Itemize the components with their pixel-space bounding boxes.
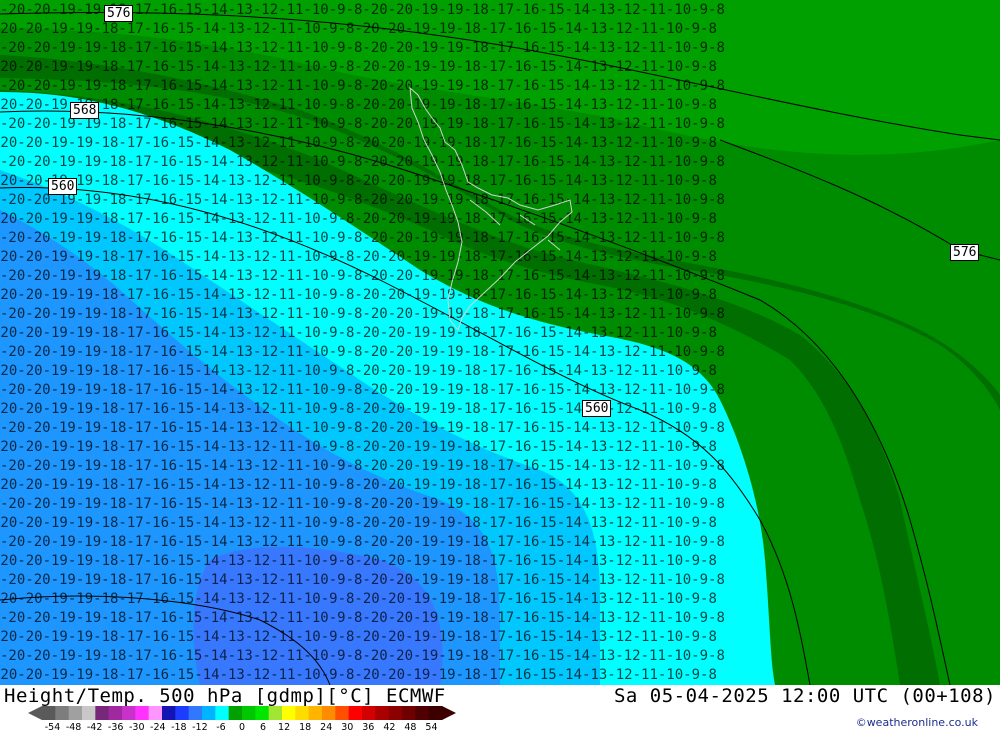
temperature-row: -20-20-19-19-18-17-16-15-14-13-12-11-10-… — [0, 477, 717, 493]
color-swatch — [202, 706, 216, 720]
temperature-row: -20-20-19-19-18-17-16-15-14-13-12-11-10-… — [0, 534, 725, 550]
temperature-row: -20-20-19-19-18-17-16-15-14-13-12-11-10-… — [0, 192, 725, 208]
temperature-row: -20-20-19-19-18-17-16-15-14-13-12-11-10-… — [0, 648, 725, 664]
color-scale-tick: -54 — [44, 722, 61, 733]
color-scale-tick: 42 — [383, 722, 396, 733]
color-swatch — [148, 706, 163, 720]
color-swatch — [255, 706, 270, 720]
color-scale-ticks: -54 -48 -42 -36 -30 -24 -18 -12 -6 0 6 12 18 24 30 36 42… — [0, 722, 480, 734]
color-scale-tick: -42 — [86, 722, 103, 733]
temperature-row: -20-20-19-19-18-17-16-15-14-13-12-11-10-… — [0, 344, 725, 360]
temperature-row: -20-20-19-19-18-17-16-15-14-13-12-11-10-… — [0, 420, 725, 436]
height-label-576-top: 576 — [104, 5, 134, 22]
map-footer: Height/Temp. 500 hPa [gdmp][°C] ECMWF Sa… — [0, 685, 1000, 733]
temperature-row: -20-20-19-19-18-17-16-15-14-13-12-11-10-… — [0, 610, 725, 626]
color-swatch — [402, 706, 416, 720]
color-swatch — [295, 706, 310, 720]
color-swatch — [215, 706, 230, 720]
color-swatch — [122, 706, 136, 720]
temperature-row: -20-20-19-19-18-17-16-15-14-13-12-11-10-… — [0, 458, 725, 474]
color-scale-tick: -18 — [171, 722, 187, 733]
color-scale-tick: -6 — [216, 722, 226, 733]
temperature-row: -20-20-19-19-18-17-16-15-14-13-12-11-10-… — [0, 116, 725, 132]
color-scale-tick: 54 — [425, 722, 438, 733]
color-swatch — [188, 706, 203, 720]
color-swatch — [135, 706, 150, 720]
valid-time: Sa 05-04-2025 12:00 UTC (00+108) — [613, 685, 996, 707]
temperature-row: -20-20-19-19-18-17-16-15-14-13-12-11-10-… — [0, 496, 725, 512]
color-swatch — [348, 706, 363, 720]
temperature-row: -20-20-19-19-18-17-16-15-14-13-12-11-10-… — [0, 268, 725, 284]
map-canvas: -20-20-19-19-18-17-16-15-14-13-12-11-10-… — [0, 0, 1000, 685]
color-swatch — [322, 706, 336, 720]
color-scale-tick: 36 — [362, 722, 375, 733]
color-scale-tick: -48 — [65, 722, 82, 733]
color-scale-tick: 24 — [320, 722, 333, 733]
color-swatch — [42, 706, 56, 720]
color-swatch — [82, 706, 96, 720]
color-swatch — [428, 706, 443, 720]
weather-map: -20-20-19-19-18-17-16-15-14-13-12-11-10-… — [0, 0, 1000, 685]
color-swatch — [268, 706, 283, 720]
temperature-row: -20-20-19-19-18-17-16-15-14-13-12-11-10-… — [0, 21, 717, 37]
color-scale-tick: -12 — [192, 722, 208, 733]
color-scale-tick: -36 — [107, 722, 124, 733]
temperature-row: -20-20-19-19-18-17-16-15-14-13-12-11-10-… — [0, 59, 717, 75]
color-scale-bar — [28, 706, 456, 720]
temperature-row: -20-20-19-19-18-17-16-15-14-13-12-11-10-… — [0, 173, 717, 189]
site-credit[interactable]: ©weatheronline.co.uk — [856, 716, 978, 729]
color-swatch — [415, 706, 430, 720]
color-swatch — [175, 706, 190, 720]
temperature-row: -20-20-19-19-18-17-16-15-14-13-12-11-10-… — [0, 135, 717, 151]
color-scale-tick: 30 — [341, 722, 354, 733]
temperature-row: -20-20-19-19-18-17-16-15-14-13-12-11-10-… — [0, 629, 717, 645]
color-swatch — [55, 706, 70, 720]
color-scale-tick: 18 — [299, 722, 312, 733]
color-swatch — [95, 706, 110, 720]
color-swatch — [162, 706, 176, 720]
height-label-568: 568 — [70, 102, 100, 119]
map-title: Height/Temp. 500 hPa [gdmp][°C] ECMWF — [4, 685, 446, 707]
color-scale-tick: 48 — [404, 722, 417, 733]
height-label-576-east: 576 — [950, 244, 980, 261]
color-scale-tick: 0 — [238, 722, 246, 733]
color-swatch — [228, 706, 243, 720]
temperature-row: -20-20-19-19-18-17-16-15-14-13-12-11-10-… — [0, 553, 717, 569]
color-swatch — [108, 706, 123, 720]
temperature-row: -20-20-19-19-18-17-16-15-14-13-12-11-10-… — [0, 382, 725, 398]
color-scale-tick: -30 — [128, 722, 145, 733]
temperature-row: -20-20-19-19-18-17-16-15-14-13-12-11-10-… — [0, 97, 717, 113]
height-label-560-west: 560 — [48, 178, 78, 195]
temperature-row: -20-20-19-19-18-17-16-15-14-13-12-11-10-… — [0, 363, 717, 379]
temperature-row: -20-20-19-19-18-17-16-15-14-13-12-11-10-… — [0, 325, 717, 341]
color-swatch — [282, 706, 296, 720]
temperature-row: -20-20-19-19-18-17-16-15-14-13-12-11-10-… — [0, 249, 717, 265]
height-label-560-center: 560 — [582, 400, 612, 417]
color-swatch — [362, 706, 376, 720]
temperature-row: -20-20-19-19-18-17-16-15-14-13-12-11-10-… — [0, 287, 717, 303]
color-swatch — [335, 706, 350, 720]
color-swatch — [375, 706, 390, 720]
temperature-row: -20-20-19-19-18-17-16-15-14-13-12-11-10-… — [0, 439, 717, 455]
color-scale-tick: 12 — [278, 722, 291, 733]
temperature-row: -20-20-19-19-18-17-16-15-14-13-12-11-10-… — [0, 154, 725, 170]
temperature-row: -20-20-19-19-18-17-16-15-14-13-12-11-10-… — [0, 306, 725, 322]
temperature-row: -20-20-19-19-18-17-16-15-14-13-12-11-10-… — [0, 591, 717, 607]
color-scale-right-arrow — [442, 706, 456, 720]
color-scale-tick: 6 — [260, 722, 267, 733]
color-swatch — [308, 706, 323, 720]
color-scale-left-arrow — [28, 706, 42, 720]
color-swatch — [388, 706, 403, 720]
temperature-row: -20-20-19-19-18-17-16-15-14-13-12-11-10-… — [0, 572, 725, 588]
temperature-row: -20-20-19-19-18-17-16-15-14-13-12-11-10-… — [0, 667, 717, 683]
temperature-row: -20-20-19-19-18-17-16-15-14-13-12-11-10-… — [0, 211, 717, 227]
temperature-row: -20-20-19-19-18-17-16-15-14-13-12-11-10-… — [0, 40, 725, 56]
color-swatch — [68, 706, 83, 720]
temperature-row: -20-20-19-19-18-17-16-15-14-13-12-11-10-… — [0, 515, 717, 531]
color-swatch — [242, 706, 256, 720]
temperature-row: -20-20-19-19-18-17-16-15-14-13-12-11-10-… — [0, 78, 725, 94]
color-scale-tick: -24 — [150, 722, 166, 733]
